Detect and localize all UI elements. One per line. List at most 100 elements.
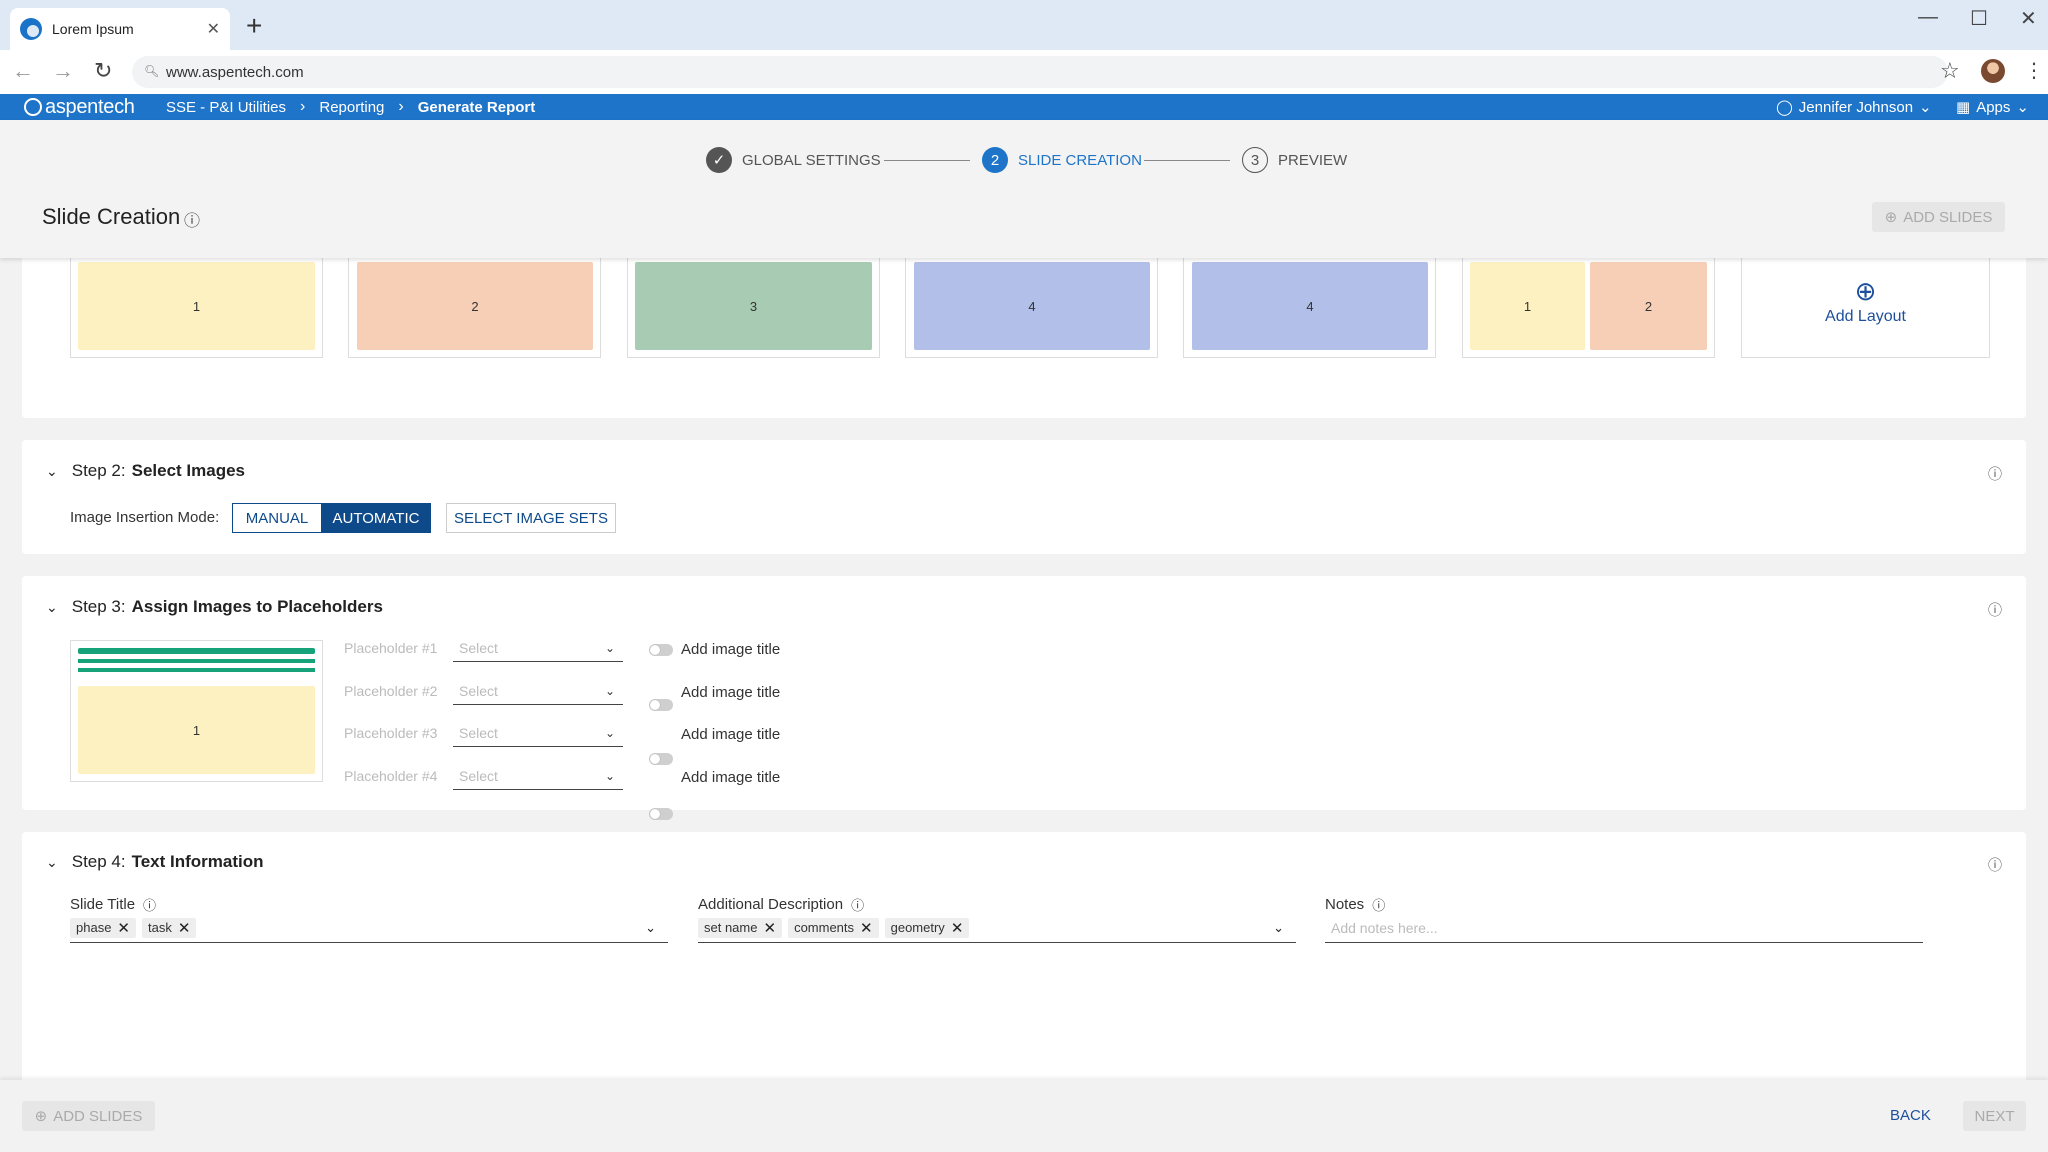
- next-button[interactable]: NEXT: [1963, 1101, 2026, 1131]
- chevron-down-icon: ⌄: [46, 462, 58, 479]
- bookmark-star-icon[interactable]: ☆: [1940, 58, 1960, 84]
- aspentech-logo[interactable]: aspentech: [24, 94, 135, 120]
- info-icon[interactable]: ⓘ: [143, 895, 156, 914]
- chevron-down-icon[interactable]: ⌄: [645, 920, 656, 936]
- insertion-mode-label: Image Insertion Mode:: [70, 509, 220, 526]
- step-number: 2: [982, 147, 1008, 173]
- add-circle-icon: ⊕: [1884, 209, 1898, 226]
- slide-title-label: Slide Title ⓘ: [70, 895, 156, 914]
- step-slide-creation[interactable]: 2 SLIDE CREATION: [982, 146, 1142, 174]
- logo-text: aspentech: [45, 95, 135, 118]
- step2-header[interactable]: ⌄ Step 2: Select Images: [46, 461, 245, 481]
- add-circle-icon: ⊕: [1854, 275, 1877, 306]
- info-icon[interactable]: ⓘ: [851, 895, 864, 914]
- step-preview[interactable]: 3 PREVIEW: [1242, 146, 1347, 174]
- chevron-right-icon: ›: [398, 98, 404, 115]
- placeholder-select[interactable]: Select ⌄: [453, 677, 623, 705]
- chip-text: geometry: [890, 920, 945, 935]
- notes-label-text: Notes: [1325, 896, 1365, 913]
- chip-text: comments: [794, 920, 855, 935]
- placeholder-number: 1: [192, 298, 201, 314]
- step3-header[interactable]: ⌄ Step 3: Assign Images to Placeholders: [46, 597, 383, 617]
- toggle-label: Add image title: [681, 641, 781, 658]
- url-input[interactable]: www.aspentech.com: [132, 56, 1948, 88]
- chevron-down-icon: ⌄: [1919, 99, 1932, 116]
- placeholder-label: Placeholder #4: [344, 768, 438, 784]
- step2-prefix: Step 2:: [71, 461, 126, 480]
- info-icon[interactable]: ⓘ: [184, 207, 200, 231]
- preview-placeholder: 1: [78, 686, 315, 774]
- browser-tab[interactable]: Lorem Ipsum ✕: [10, 8, 230, 50]
- browser-menu-icon[interactable]: ⋮: [2024, 58, 2044, 83]
- chevron-down-icon: ⌄: [46, 853, 58, 870]
- page-title: Slide Creation: [42, 204, 181, 229]
- remove-chip-icon[interactable]: ✕: [763, 919, 776, 937]
- chip-comments: comments ✕: [788, 917, 879, 938]
- remove-chip-icon[interactable]: ✕: [178, 919, 191, 937]
- info-icon[interactable]: ⓘ: [1988, 464, 2002, 484]
- remove-chip-icon[interactable]: ✕: [860, 919, 873, 937]
- placeholder-number: 4: [1028, 298, 1036, 314]
- user-name: Jennifer Johnson: [1798, 98, 1914, 116]
- browser-tabstrip: [0, 0, 2048, 50]
- slide-title-field[interactable]: phase ✕ task ✕ ⌄: [70, 913, 668, 943]
- new-tab-icon[interactable]: +: [246, 12, 262, 40]
- placeholder-select[interactable]: Select ⌄: [453, 719, 623, 747]
- breadcrumb-item[interactable]: Reporting: [319, 99, 384, 116]
- placeholder-label: Placeholder #1: [344, 640, 438, 656]
- image-title-toggle[interactable]: [649, 753, 673, 765]
- remove-chip-icon[interactable]: ✕: [117, 919, 130, 937]
- manual-button[interactable]: MANUAL: [232, 503, 322, 533]
- remove-chip-icon[interactable]: ✕: [951, 919, 964, 937]
- step4-header[interactable]: ⌄ Step 4: Text Information: [46, 852, 264, 872]
- url-text: www.aspentech.com: [166, 63, 304, 81]
- tab-title: Lorem Ipsum: [52, 21, 134, 37]
- add-slides-footer-button[interactable]: ⊕ ADD SLIDES: [22, 1101, 155, 1131]
- info-icon[interactable]: ⓘ: [1372, 895, 1385, 914]
- breadcrumb-current: Generate Report: [417, 98, 536, 116]
- step-label: PREVIEW: [1278, 151, 1348, 169]
- placeholder-select[interactable]: Select ⌄: [453, 634, 623, 662]
- stepper-connector: [1144, 160, 1230, 161]
- step4-title: Text Information: [131, 852, 264, 871]
- step-global-settings[interactable]: ✓ GLOBAL SETTINGS: [706, 146, 881, 174]
- placeholder-number: 2: [1644, 298, 1653, 314]
- placeholder-number: 4: [1306, 298, 1314, 314]
- add-circle-icon: ⊕: [34, 1108, 48, 1125]
- notes-placeholder: Add notes here...: [1331, 919, 1438, 936]
- profile-avatar[interactable]: [1981, 59, 2005, 83]
- site-favicon-icon: [20, 18, 42, 40]
- user-menu[interactable]: ◯ Jennifer Johnson ⌄: [1776, 94, 1932, 120]
- maximize-icon[interactable]: ☐: [1970, 6, 1988, 31]
- breadcrumb-item[interactable]: SSE - P&I Utilities: [166, 99, 286, 116]
- add-slides-button[interactable]: ⊕ ADD SLIDES: [1872, 202, 2005, 232]
- minimize-icon[interactable]: —: [1918, 6, 1938, 29]
- additional-description-field[interactable]: set name ✕ comments ✕ geometry ✕ ⌄: [698, 913, 1296, 943]
- placeholder-number: 3: [749, 298, 758, 314]
- apps-menu[interactable]: ▦ Apps ⌄: [1956, 94, 2029, 120]
- reload-icon[interactable]: ↻: [94, 58, 112, 84]
- additional-description-label: Additional Description ⓘ: [698, 895, 864, 914]
- image-title-toggle[interactable]: [649, 699, 673, 711]
- tab-close-icon[interactable]: ✕: [207, 19, 220, 39]
- chevron-down-icon[interactable]: ⌄: [1273, 920, 1284, 936]
- add-layout-label: Add Layout: [1825, 307, 1906, 325]
- breadcrumb: SSE - P&I Utilities › Reporting › Genera…: [166, 94, 535, 120]
- info-icon[interactable]: ⓘ: [1988, 600, 2002, 620]
- notes-input[interactable]: Add notes here...: [1325, 913, 1923, 943]
- stepper-connector: [884, 160, 970, 161]
- placeholder-select[interactable]: Select ⌄: [453, 762, 623, 790]
- image-title-toggle[interactable]: [649, 644, 673, 656]
- info-icon[interactable]: ⓘ: [1988, 855, 2002, 875]
- forward-arrow-icon[interactable]: →: [52, 58, 74, 84]
- window-close-icon[interactable]: ✕: [2020, 6, 2037, 31]
- add-layout-button[interactable]: ⊕ Add Layout: [1741, 245, 1990, 358]
- back-button[interactable]: BACK: [1890, 1107, 1931, 1124]
- image-title-toggle[interactable]: [649, 808, 673, 820]
- step4-card: [22, 832, 2026, 1092]
- notes-label: Notes ⓘ: [1325, 895, 1385, 914]
- layout-placeholder: 4: [1192, 262, 1428, 350]
- automatic-button[interactable]: AUTOMATIC: [321, 503, 431, 533]
- select-image-sets-button[interactable]: SELECT IMAGE SETS: [446, 503, 616, 533]
- back-arrow-icon[interactable]: ←: [12, 58, 34, 84]
